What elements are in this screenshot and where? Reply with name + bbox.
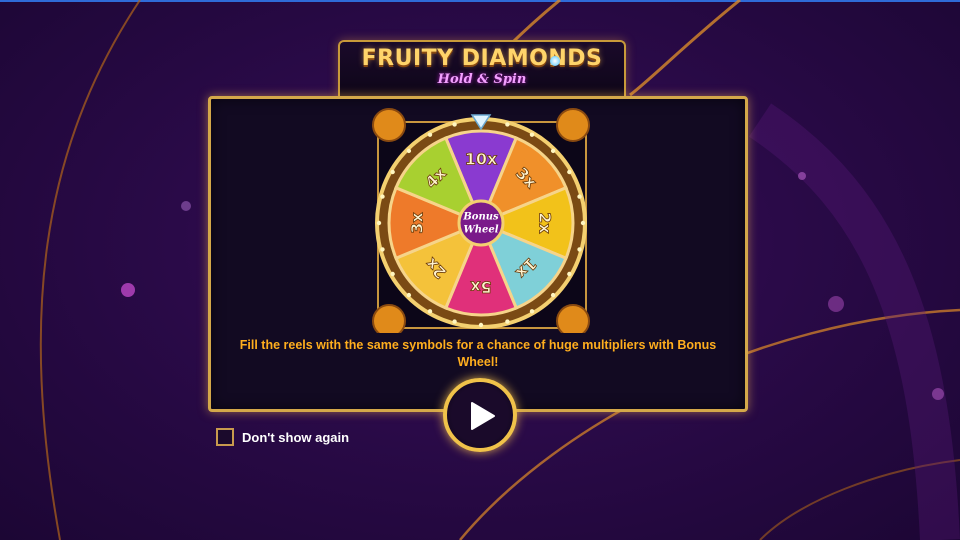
rim-light — [427, 132, 433, 137]
dont-show-again-option[interactable]: Don't show again — [216, 428, 349, 446]
orange-fruit-icon — [556, 108, 590, 142]
bonus-wheel: 10x3x2x1x5x2x3x4xBonusWheel — [372, 108, 590, 333]
wheel-segment-label: 5x — [470, 278, 492, 297]
rim-light — [529, 309, 535, 314]
rim-light — [380, 247, 385, 252]
orange-fruit-icon — [556, 304, 590, 333]
wheel-hub — [457, 199, 505, 247]
rim-light — [452, 319, 457, 324]
rim-light — [390, 169, 395, 175]
orange-fruit-icon — [372, 108, 406, 142]
rim-light — [380, 194, 385, 199]
rim-light — [550, 148, 556, 154]
orange-fruit-icon — [372, 304, 406, 333]
game-title: FRUITY DIAMONDS — [361, 46, 603, 71]
rim-light — [390, 271, 395, 277]
rim-light — [376, 220, 382, 226]
rim-light — [505, 122, 510, 127]
rim-light — [406, 292, 412, 298]
rim-light — [550, 292, 556, 298]
game-subtitle: Hold & Spin — [437, 72, 527, 87]
rim-light — [505, 319, 510, 324]
rim-light — [406, 148, 412, 154]
rim-light — [577, 194, 582, 199]
rim-light — [529, 132, 535, 137]
wheel-segment-label: 2x — [536, 212, 555, 234]
wheel-center-label: Bonus — [462, 212, 499, 223]
game-logo: FRUITY DIAMONDS Hold & Spin — [338, 40, 626, 98]
diamond-icon — [550, 56, 560, 66]
rim-light — [427, 309, 433, 314]
play-button[interactable] — [443, 378, 517, 452]
wheel-segment-label: 10x — [465, 150, 498, 169]
feature-description: Fill the reels with the same symbols for… — [239, 338, 717, 369]
rim-light — [567, 271, 572, 277]
wheel-center-label: Wheel — [463, 225, 498, 236]
dont-show-again-checkbox[interactable] — [216, 428, 234, 446]
rim-light — [567, 169, 572, 175]
rim-light — [478, 322, 484, 328]
intro-panel: 10x 3x 2x 1x 5x 2x 3x 4x Bonus Wheel Fill the ree… — [208, 96, 748, 412]
rim-light — [577, 247, 582, 252]
dont-show-again-label: Don't show again — [242, 429, 350, 445]
play-icon — [471, 402, 495, 430]
wheel-segment-label: 3x — [408, 212, 427, 234]
rim-light — [580, 220, 586, 226]
rim-light — [452, 122, 457, 127]
